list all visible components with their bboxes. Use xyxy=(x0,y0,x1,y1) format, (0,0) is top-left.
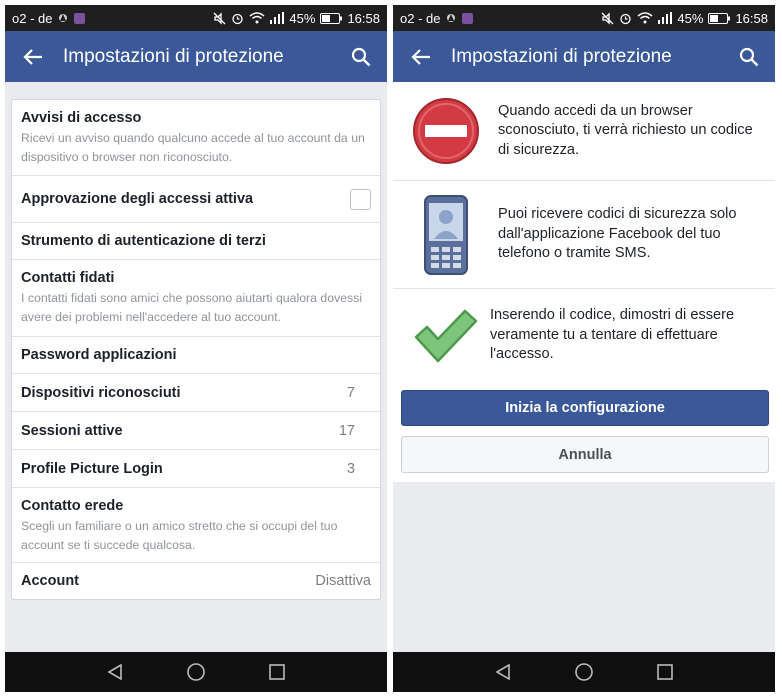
status-bar: o2 - de 45% 16:58 xyxy=(393,5,775,31)
back-arrow-icon xyxy=(23,48,42,65)
setup-step-verify: Inserendo il codice, dimostri di essere … xyxy=(393,289,775,382)
settings-row-legacy-contact[interactable]: Contatto erede Scegli un familiare o un … xyxy=(12,488,380,563)
row-title: Avvisi di accesso xyxy=(21,110,142,126)
active-sessions-count: 17 xyxy=(338,422,355,439)
notification-icon xyxy=(445,12,457,24)
back-arrow-icon xyxy=(411,48,430,65)
nav-recents-button[interactable] xyxy=(262,657,292,687)
alarm-icon xyxy=(619,12,632,25)
alarm-icon xyxy=(231,12,244,25)
phone-icon xyxy=(393,194,498,275)
phone-screen-settings: o2 - de 45% 16:58 Impostazioni di protez… xyxy=(5,5,387,692)
recognized-devices-count: 7 xyxy=(346,384,355,401)
settings-row-login-alerts[interactable]: Avvisi di accesso Ricevi un avviso quand… xyxy=(12,100,380,176)
battery-icon xyxy=(708,12,731,24)
nav-recents-icon xyxy=(268,664,285,680)
row-title: Sessioni attive xyxy=(21,422,123,439)
battery-percent: 45% xyxy=(677,10,704,26)
profile-picture-login-count: 3 xyxy=(346,460,355,477)
clock: 16:58 xyxy=(347,10,380,26)
settings-row-recognized-devices[interactable]: Dispositivi riconosciuti 7 xyxy=(12,374,380,412)
nav-recents-icon xyxy=(656,664,673,680)
checkmark-icon xyxy=(393,307,498,365)
notification-icon xyxy=(57,12,69,24)
row-title: Profile Picture Login xyxy=(21,460,163,477)
nav-home-button[interactable] xyxy=(569,657,599,687)
row-title: Strumento di autenticazione di terzi xyxy=(21,233,266,249)
login-approvals-setup-panel: Quando accedi da un browser sconosciuto,… xyxy=(393,82,775,482)
settings-row-account[interactable]: Account Disattiva xyxy=(12,563,380,599)
settings-row-app-passwords[interactable]: Password applicazioni xyxy=(12,337,380,374)
phone-screen-setup: o2 - de 45% 16:58 Impostazioni di protez… xyxy=(393,5,775,692)
row-title: Contatto erede xyxy=(21,498,124,514)
wifi-icon xyxy=(249,12,265,24)
nav-home-icon xyxy=(575,663,593,681)
row-description: Ricevi un avviso quando qualcuno accede … xyxy=(21,131,365,164)
row-title: Contatti fidati xyxy=(21,270,115,286)
signal-icon xyxy=(270,12,285,24)
nav-back-icon xyxy=(107,663,123,681)
nav-home-icon xyxy=(187,663,205,681)
battery-percent: 45% xyxy=(289,10,316,26)
nav-home-button[interactable] xyxy=(181,657,211,687)
nav-back-button[interactable] xyxy=(488,657,518,687)
stop-sign-icon xyxy=(393,97,498,165)
setup-step-text: Quando accedi da un browser sconosciuto,… xyxy=(498,102,753,158)
search-icon xyxy=(739,47,759,66)
viber-icon xyxy=(74,12,86,24)
back-button[interactable] xyxy=(19,43,47,71)
row-title: Password applicazioni xyxy=(21,347,177,363)
nav-back-icon xyxy=(495,663,511,681)
search-button[interactable] xyxy=(347,43,375,71)
row-title: Approvazione degli accessi attiva xyxy=(21,191,254,207)
search-button[interactable] xyxy=(735,43,763,71)
start-setup-button[interactable]: Inizia la configurazione xyxy=(401,390,769,426)
app-bar: Impostazioni di protezione xyxy=(5,31,387,82)
signal-icon xyxy=(658,12,673,24)
app-bar: Impostazioni di protezione xyxy=(393,31,775,82)
mute-icon xyxy=(601,11,614,25)
back-button[interactable] xyxy=(407,43,435,71)
page-title: Impostazioni di protezione xyxy=(451,45,672,67)
row-title: Dispositivi riconosciuti xyxy=(21,384,181,401)
system-nav-bar xyxy=(5,652,387,692)
setup-step-phone: Puoi ricevere codici di sicurezza solo d… xyxy=(393,181,775,289)
settings-row-code-generator[interactable]: Strumento di autenticazione di terzi xyxy=(12,223,380,260)
search-icon xyxy=(351,47,371,66)
account-deactivate-link[interactable]: Disattiva xyxy=(315,573,371,589)
status-bar: o2 - de 45% 16:58 xyxy=(5,5,387,31)
clock: 16:58 xyxy=(735,10,768,26)
nav-back-button[interactable] xyxy=(100,657,130,687)
settings-row-active-sessions[interactable]: Sessioni attive 17 xyxy=(12,412,380,450)
nav-recents-button[interactable] xyxy=(650,657,680,687)
row-title: Account xyxy=(21,573,79,589)
row-description: I contatti fidati sono amici che possono… xyxy=(21,291,363,324)
settings-row-profile-picture-login[interactable]: Profile Picture Login 3 xyxy=(12,450,380,488)
settings-row-login-approvals[interactable]: Approvazione degli accessi attiva xyxy=(12,176,380,223)
battery-icon xyxy=(320,12,343,24)
row-description: Scegli un familiare o un amico stretto c… xyxy=(21,519,338,552)
mute-icon xyxy=(213,11,226,25)
setup-step-browser: Quando accedi da un browser sconosciuto,… xyxy=(393,82,775,181)
setup-step-text: Inserendo il codice, dimostri di essere … xyxy=(490,307,735,363)
page-title: Impostazioni di protezione xyxy=(63,45,284,67)
cancel-button[interactable]: Annulla xyxy=(401,436,769,473)
security-settings-list: Avvisi di accesso Ricevi un avviso quand… xyxy=(11,99,381,600)
carrier-label: o2 - de xyxy=(400,10,441,26)
settings-row-trusted-contacts[interactable]: Contatti fidati I contatti fidati sono a… xyxy=(12,260,380,337)
login-approvals-checkbox[interactable] xyxy=(350,188,371,210)
wifi-icon xyxy=(637,12,653,24)
viber-icon xyxy=(462,12,474,24)
system-nav-bar xyxy=(393,652,775,692)
carrier-label: o2 - de xyxy=(12,10,53,26)
setup-step-text: Puoi ricevere codici di sicurezza solo d… xyxy=(498,206,737,262)
